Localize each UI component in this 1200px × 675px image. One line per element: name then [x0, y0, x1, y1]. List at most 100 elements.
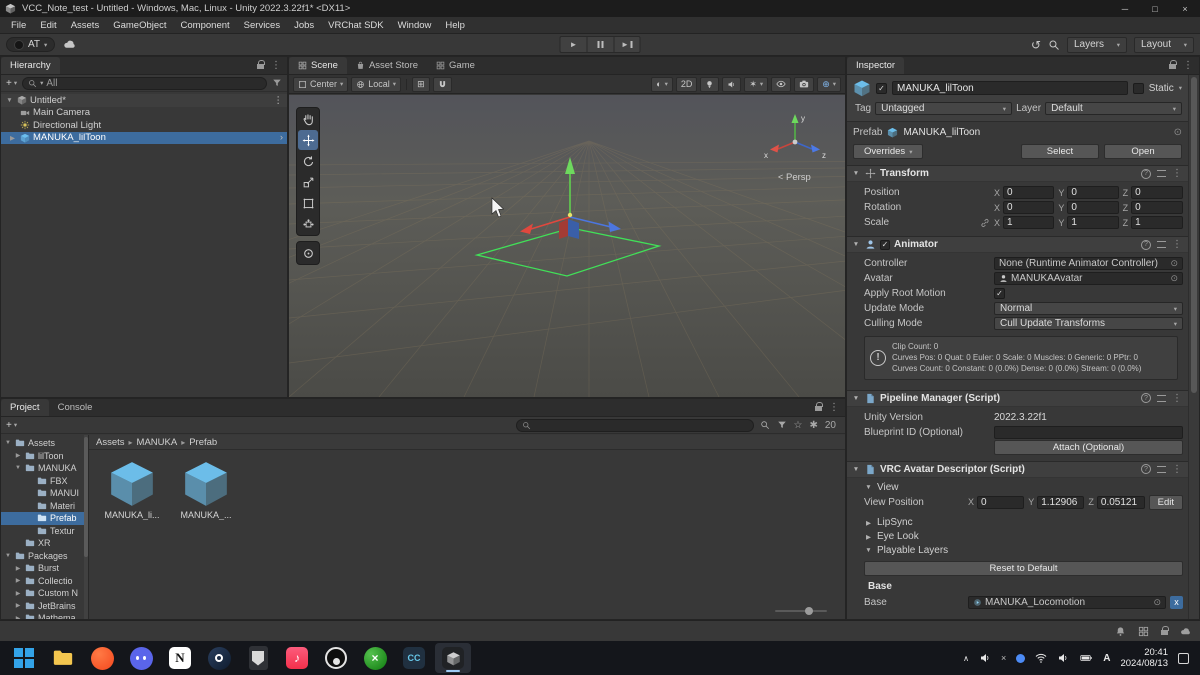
rotation-y-field[interactable]: 0	[1067, 201, 1119, 214]
layer-dropdown[interactable]: Default ▾	[1045, 102, 1183, 115]
tab-scene[interactable]: Scene	[289, 57, 347, 74]
start-button[interactable]	[6, 643, 42, 673]
folder-materials[interactable]: Materi	[1, 500, 88, 513]
cloud-button[interactable]	[63, 38, 76, 51]
panel-menu-icon[interactable]: ⋮	[829, 402, 839, 413]
grid-snap-button[interactable]: ⊞	[412, 76, 430, 92]
tab-hierarchy[interactable]: Hierarchy	[1, 57, 60, 74]
context-menu-icon[interactable]: ⋮	[1172, 393, 1182, 404]
active-checkbox[interactable]: ✓	[876, 82, 887, 94]
gizmos-dropdown[interactable]: ⊕ ▾	[817, 76, 841, 92]
menu-vrchat-sdk[interactable]: VRChat SDK	[321, 17, 390, 33]
tree-scrollbar[interactable]	[84, 435, 88, 619]
steam-button[interactable]	[201, 643, 237, 673]
notifications-bell-icon[interactable]	[1115, 626, 1126, 637]
brave-button[interactable]	[84, 643, 120, 673]
create-asset-button[interactable]: + ▾	[6, 420, 17, 431]
create-button[interactable]: + ▾	[6, 78, 17, 89]
filter-type-icon[interactable]	[777, 420, 787, 430]
pivot-dropdown[interactable]: Center ▾	[293, 76, 349, 92]
undo-history-icon[interactable]: ↺	[1031, 38, 1041, 52]
object-picker-icon[interactable]: ⊙	[1153, 597, 1161, 608]
move-tool-button[interactable]	[298, 130, 318, 150]
custom-tool-button[interactable]	[298, 243, 318, 263]
2d-toggle[interactable]: 2D	[675, 76, 698, 92]
position-z-field[interactable]: 0	[1131, 186, 1183, 199]
tab-game[interactable]: Game	[427, 57, 484, 74]
shading-mode-dropdown[interactable]: ◐ ▾	[651, 76, 673, 92]
step-button[interactable]: ►	[613, 36, 641, 53]
position-x-field[interactable]: 0	[1003, 186, 1055, 199]
menu-jobs[interactable]: Jobs	[287, 17, 321, 33]
rotate-tool-button[interactable]	[298, 151, 318, 171]
hierarchy-search-input[interactable]: ▾ All	[22, 76, 267, 90]
presets-icon[interactable]	[1157, 170, 1166, 177]
menu-help[interactable]: Help	[438, 17, 472, 33]
fold-open-icon[interactable]: ▼	[851, 466, 861, 473]
folder-fbx[interactable]: FBX	[1, 475, 88, 488]
descriptor-header[interactable]: ▼ VRC Avatar Descriptor (Script) ? ⋮	[847, 460, 1188, 478]
lock-icon[interactable]	[1169, 60, 1177, 69]
search-icon[interactable]	[1048, 39, 1060, 51]
breadcrumb-prefab[interactable]: Prefab	[189, 437, 217, 448]
presets-icon[interactable]	[1157, 465, 1166, 473]
view-foldout[interactable]: ▼ View	[852, 481, 1183, 495]
base-motion-field[interactable]: MANUKA_Locomotion ⊙	[968, 595, 1166, 609]
panel-menu-icon[interactable]: ⋮	[271, 60, 281, 71]
context-menu-icon[interactable]: ⋮	[1172, 464, 1182, 475]
scrollbar-thumb[interactable]	[1191, 77, 1197, 393]
playable-layers-foldout[interactable]: ▼ Playable Layers	[852, 544, 1183, 558]
folder-prefab[interactable]: Prefab	[1, 512, 88, 525]
name-field[interactable]: MANUKA_lilToon	[892, 81, 1128, 95]
edit-view-button[interactable]: Edit	[1148, 494, 1183, 510]
menu-assets[interactable]: Assets	[64, 17, 107, 33]
open-button[interactable]: Open	[1104, 144, 1182, 159]
effects-dropdown[interactable]: ✶ ▾	[744, 76, 769, 92]
select-button[interactable]: Select	[1021, 144, 1099, 159]
tray-speaker-icon[interactable]	[979, 652, 991, 664]
object-picker-icon[interactable]: ⊙	[1170, 273, 1178, 284]
asset-item-manuka-liltoon[interactable]: MANUKA_li...	[101, 458, 163, 520]
tab-console[interactable]: Console	[49, 399, 102, 416]
folder-jetbrains[interactable]: ▶ JetBrains	[1, 600, 88, 613]
persp-label[interactable]: Persp	[786, 172, 811, 183]
apple-music-button[interactable]: ♪	[279, 643, 315, 673]
search-in-icon[interactable]	[760, 420, 770, 430]
folder-custom[interactable]: ▶ Custom N	[1, 587, 88, 600]
wifi-icon[interactable]	[1035, 652, 1047, 664]
layout-dropdown[interactable]: Layout ▾	[1134, 36, 1194, 53]
scene-menu-icon[interactable]: ⋮	[274, 95, 284, 106]
object-picker-icon[interactable]: ⊙	[1170, 258, 1178, 269]
update-mode-dropdown[interactable]: Normal ▾	[994, 302, 1183, 315]
scale-x-field[interactable]: 1	[1003, 216, 1055, 229]
menu-window[interactable]: Window	[391, 17, 439, 33]
rotation-x-field[interactable]: 0	[1003, 201, 1055, 214]
folder-manui[interactable]: MANUI	[1, 487, 88, 500]
transform-tool-button[interactable]	[298, 214, 318, 234]
folder-mathematics[interactable]: ▶ Mathema	[1, 612, 88, 619]
menu-services[interactable]: Services	[237, 17, 287, 33]
lock-icon[interactable]	[257, 60, 265, 69]
view-x-field[interactable]: 0	[977, 495, 1025, 509]
eyelook-foldout[interactable]: ▶ Eye Look	[852, 530, 1183, 544]
rotation-z-field[interactable]: 0	[1131, 201, 1183, 214]
scale-z-field[interactable]: 1	[1131, 216, 1183, 229]
fold-open-icon[interactable]: ▼	[5, 97, 14, 104]
inspector-scrollbar[interactable]	[1188, 75, 1199, 619]
minimize-button[interactable]: ─	[1110, 0, 1140, 17]
tray-chevron-up-icon[interactable]: ∧	[963, 654, 969, 663]
favorite-star-icon[interactable]: ☆	[794, 420, 803, 431]
presets-icon[interactable]	[1157, 241, 1166, 248]
fold-closed-icon[interactable]: ▶	[8, 134, 17, 142]
avatar-object[interactable]	[559, 219, 579, 239]
remove-layer-button[interactable]: x	[1170, 595, 1183, 609]
picker-icon[interactable]: ⊙	[1174, 127, 1182, 138]
package-manager-icon[interactable]	[1138, 626, 1149, 637]
fold-open-icon[interactable]: ▼	[851, 241, 861, 248]
breadcrumb-manuka[interactable]: MANUKA	[137, 437, 178, 448]
filter-icon[interactable]	[272, 78, 282, 88]
layers-dropdown[interactable]: Layers ▾	[1067, 36, 1127, 53]
view-z-field[interactable]: 0.05121	[1096, 495, 1145, 509]
audio-toggle[interactable]	[722, 76, 742, 92]
volume-icon[interactable]	[1057, 652, 1069, 664]
